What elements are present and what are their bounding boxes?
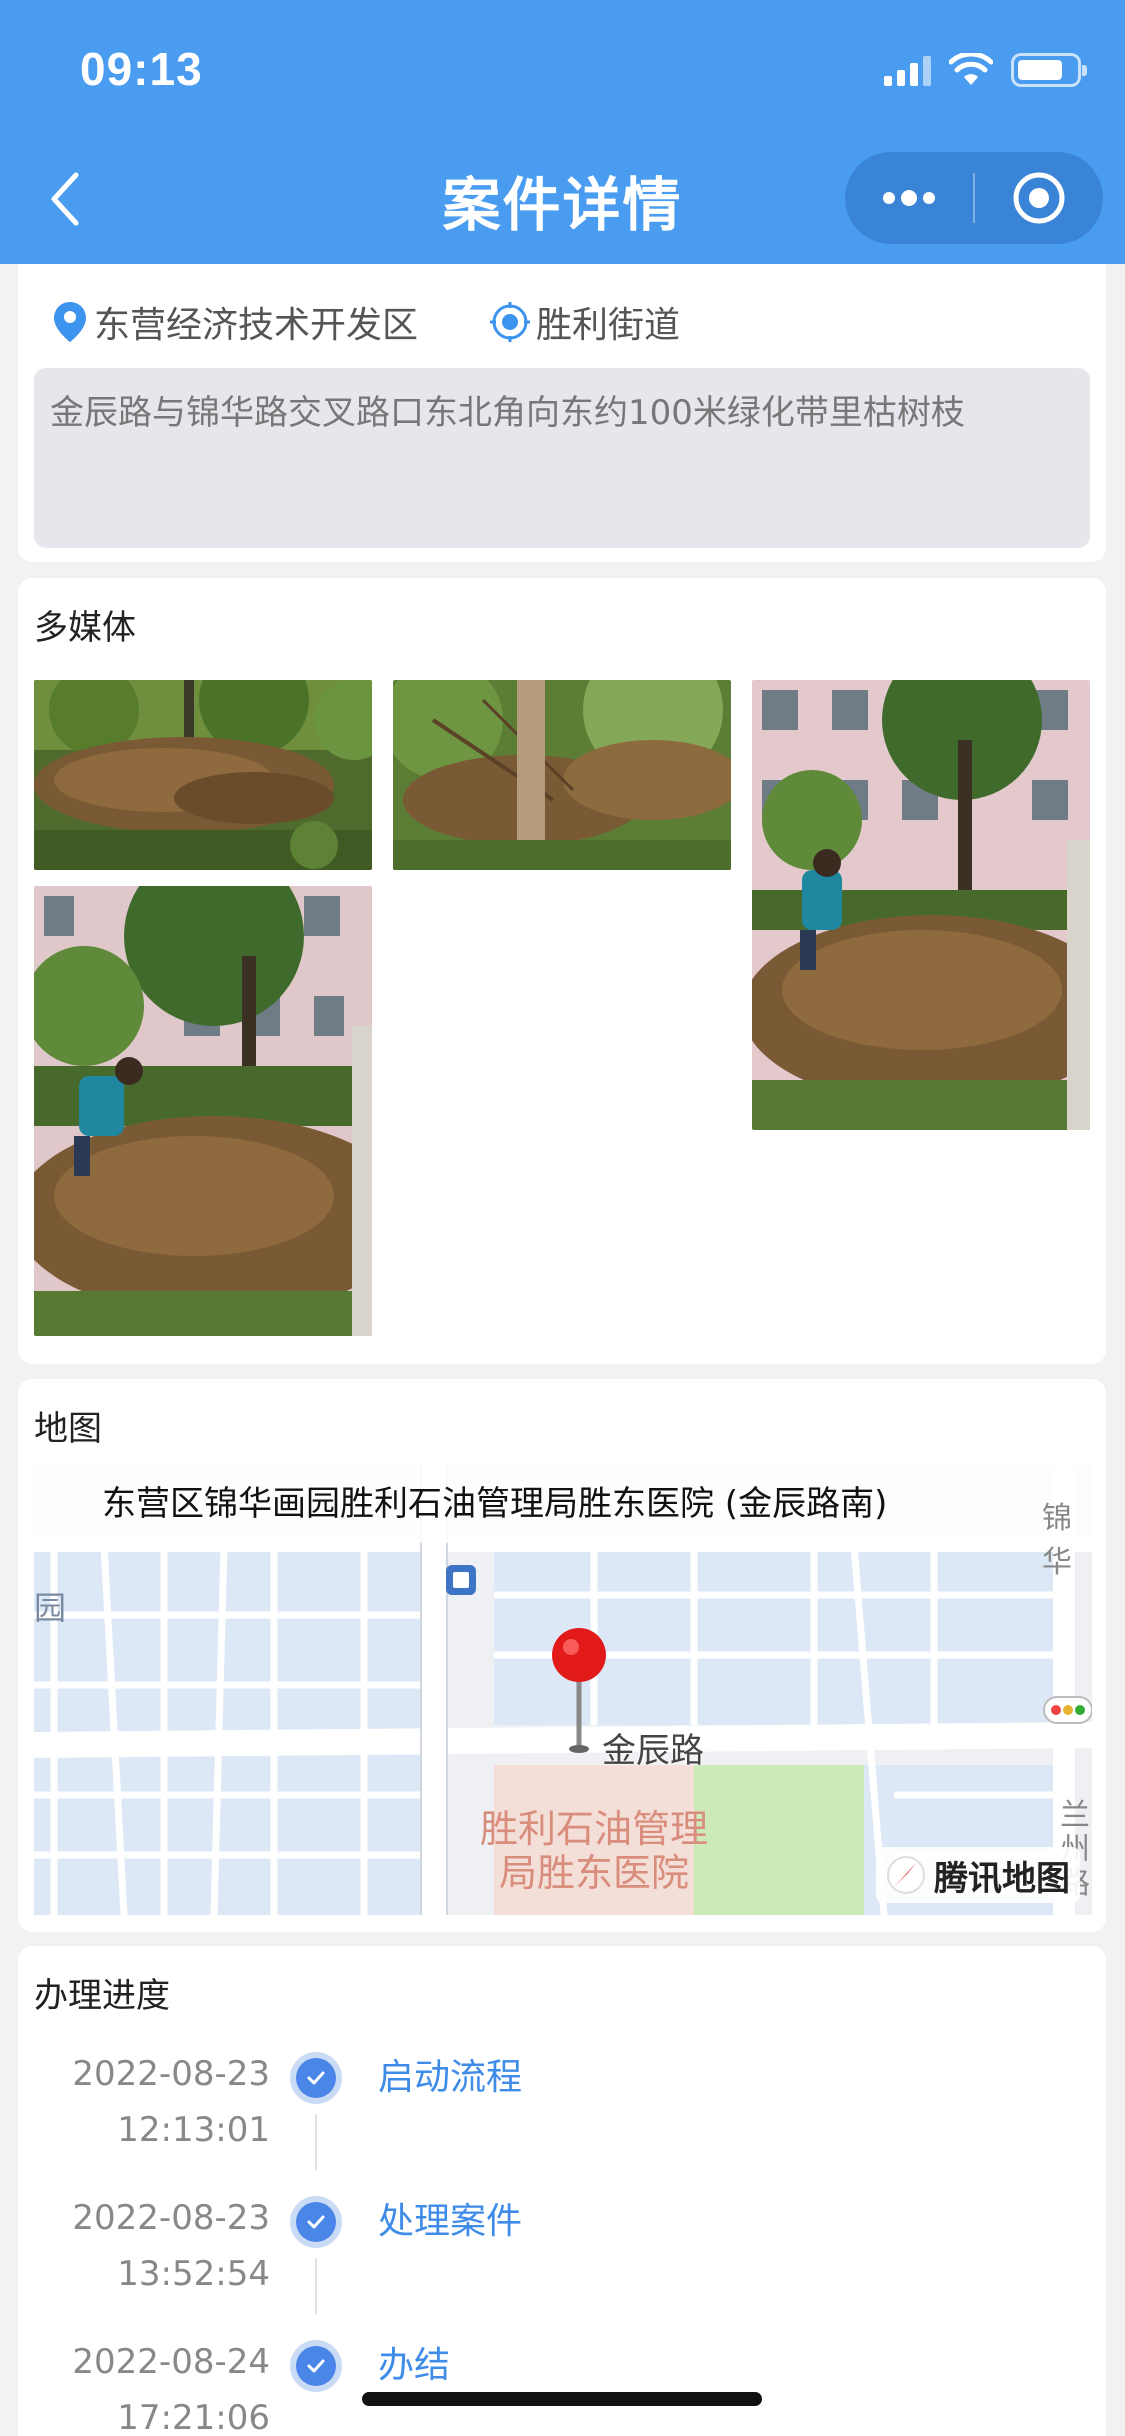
map-provider-logo: 腾讯地图 <box>876 1847 1080 1903</box>
street-label: 胜利街道 <box>536 305 681 346</box>
photo-thumbnail[interactable] <box>34 886 372 1336</box>
timeline-step: 2022-08-23 12:13:01 启动流程 <box>18 2046 1106 2176</box>
location-row: 东营经济技术开发区 胜利街道 <box>52 296 680 348</box>
media-title: 多媒体 <box>34 608 136 648</box>
top-bar: 09:13 案件详情 <box>0 0 1125 264</box>
step-label[interactable]: 处理案件 <box>378 2194 522 2250</box>
timeline-connector <box>315 2258 317 2314</box>
step-date: 2022-08-24 <box>72 2342 270 2382</box>
progress-title: 办理进度 <box>34 1976 170 2016</box>
district-label: 东营经济技术开发区 <box>94 305 419 346</box>
tencent-map-compass-icon <box>887 1856 925 1894</box>
district-tag: 东营经济技术开发区 <box>52 296 418 348</box>
map-pin-icon <box>54 302 86 342</box>
step-date: 2022-08-23 <box>72 2054 270 2094</box>
step-time: 13:52:54 <box>117 2254 270 2294</box>
map-title: 地图 <box>34 1409 102 1449</box>
map-edge-label-left: 园 <box>34 1589 67 1627</box>
photo-thumbnail[interactable] <box>34 680 372 870</box>
step-check-icon <box>290 2196 342 2248</box>
step-time: 17:21:06 <box>117 2398 270 2436</box>
map-road-label: 金辰路 <box>602 1731 704 1771</box>
more-dots-icon <box>883 190 935 206</box>
map-provider-name: 腾讯地图 <box>934 1858 1070 1899</box>
address-card: 东营经济技术开发区 胜利街道 金辰路与锦华路交叉路口东北角向东约100米绿化带里… <box>18 250 1106 562</box>
map-place-label: 东营区锦华画园胜利石油管理局胜东医院 (金辰路南) <box>34 1465 1092 1543</box>
step-time: 12:13:01 <box>117 2110 270 2150</box>
cellular-signal-icon <box>884 54 931 86</box>
photo-thumbnail[interactable] <box>752 680 1090 1130</box>
map-view[interactable]: 东营区锦华画园胜利石油管理局胜东医院 (金辰路南) 锦华 园 金辰路 胜利石油管… <box>34 1465 1092 1915</box>
timeline-connector <box>315 2114 317 2170</box>
step-check-icon <box>290 2340 342 2392</box>
step-datetime: 2022-08-24 17:21:06 <box>72 2334 270 2436</box>
map-edge-label-right: 锦华 <box>1042 1501 1072 1580</box>
close-miniprogram-button[interactable] <box>975 152 1103 244</box>
progress-card: 办理进度 2022-08-23 12:13:01 启动流程 2022-08-23… <box>18 1946 1106 2436</box>
step-datetime: 2022-08-23 13:52:54 <box>72 2190 270 2302</box>
timeline-step: 2022-08-23 13:52:54 处理案件 <box>18 2190 1106 2320</box>
wifi-icon <box>949 53 993 85</box>
step-date: 2022-08-23 <box>72 2198 270 2238</box>
step-label[interactable]: 办结 <box>378 2338 450 2394</box>
locate-target-icon <box>490 302 531 342</box>
step-label[interactable]: 启动流程 <box>378 2050 522 2106</box>
more-button[interactable] <box>845 152 973 244</box>
map-card: 地图 东营区锦华画园胜利石油管理局胜东医院 (金辰路南) 锦华 园 金辰路 胜利… <box>18 1379 1106 1932</box>
media-card: 多媒体 <box>18 578 1106 1364</box>
status-icons <box>884 50 1087 90</box>
home-indicator[interactable] <box>362 2392 762 2406</box>
target-circle-icon <box>1013 172 1065 224</box>
miniprogram-capsule <box>845 152 1103 244</box>
step-check-icon <box>290 2052 342 2104</box>
map-poi-label-line2: 局胜东医院 <box>498 1851 689 1895</box>
timeline-step: 2022-08-24 17:21:06 办结 <box>18 2334 1106 2436</box>
status-time: 09:13 <box>80 43 203 95</box>
step-datetime: 2022-08-23 12:13:01 <box>72 2046 270 2158</box>
map-poi-label-line1: 胜利石油管理 <box>479 1807 708 1851</box>
battery-icon <box>1011 53 1087 87</box>
photo-thumbnail[interactable] <box>393 680 731 870</box>
address-description: 金辰路与锦华路交叉路口东北角向东约100米绿化带里枯树枝 <box>34 368 1090 548</box>
map-poi-label: 胜利石油管理 局胜东医院 <box>464 1807 724 1895</box>
street-tag: 胜利街道 <box>490 296 680 348</box>
